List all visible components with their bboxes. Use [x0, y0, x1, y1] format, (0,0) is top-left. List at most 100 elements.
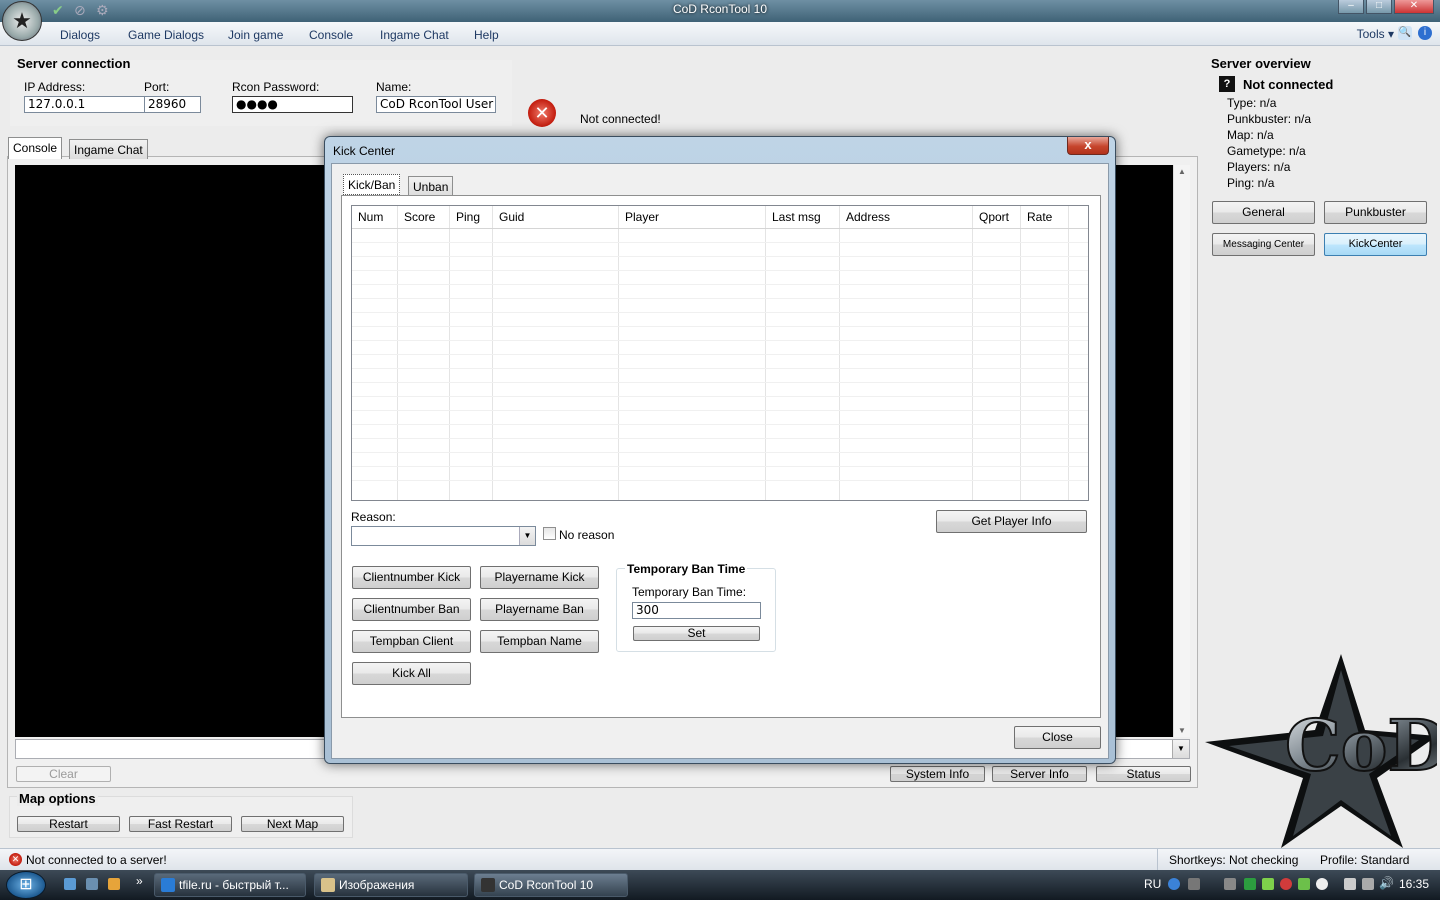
- scroll-down-icon[interactable]: ▼: [1178, 726, 1186, 735]
- minimize-button[interactable]: –: [1338, 0, 1364, 14]
- menu-console[interactable]: Console: [309, 28, 353, 42]
- tab-ingame-chat[interactable]: Ingame Chat: [69, 139, 148, 159]
- tempban-name-button[interactable]: Tempban Name: [480, 630, 599, 653]
- tab-console[interactable]: Console: [8, 137, 63, 159]
- tray-icon[interactable]: [1362, 878, 1374, 890]
- rcon-password-label: Rcon Password:: [232, 80, 320, 94]
- connection-status-text: Not connected!: [580, 112, 661, 126]
- next-map-button[interactable]: Next Map: [241, 816, 344, 832]
- reason-combo[interactable]: ▼: [351, 526, 536, 546]
- system-info-button[interactable]: System Info: [890, 766, 985, 782]
- chevron-down-icon[interactable]: ▼: [519, 527, 535, 545]
- close-dialog-button[interactable]: Close: [1014, 726, 1101, 749]
- clientnumber-kick-button[interactable]: Clientnumber Kick: [352, 566, 471, 589]
- menu-game-dialogs[interactable]: Game Dialogs: [128, 28, 204, 42]
- explorer-icon[interactable]: [86, 878, 98, 890]
- show-desktop-icon[interactable]: [64, 878, 76, 890]
- quicklaunch-more-icon[interactable]: »: [136, 874, 143, 888]
- start-button[interactable]: ⊞: [6, 871, 46, 899]
- maximize-button[interactable]: □: [1366, 0, 1392, 14]
- col-ping[interactable]: Ping: [456, 210, 480, 224]
- tray-icon[interactable]: [1224, 878, 1236, 890]
- col-player[interactable]: Player: [625, 210, 659, 224]
- task-label: Изображения: [339, 878, 415, 892]
- tray-icon[interactable]: [1188, 878, 1200, 890]
- general-button[interactable]: General: [1212, 201, 1315, 224]
- players-table[interactable]: Num Score Ping Guid Player Last msg Addr…: [351, 205, 1089, 501]
- tray-icon[interactable]: [1316, 878, 1328, 890]
- col-last-msg[interactable]: Last msg: [772, 210, 821, 224]
- server-info-button[interactable]: Server Info: [992, 766, 1087, 782]
- port-field[interactable]: 28960: [144, 96, 201, 113]
- tempban-client-button[interactable]: Tempban Client: [352, 630, 471, 653]
- restart-button[interactable]: Restart: [17, 816, 120, 832]
- shortkeys-status: Shortkeys: Not checking: [1169, 853, 1299, 867]
- ip-label: IP Address:: [24, 80, 86, 94]
- tray-icon[interactable]: [1298, 878, 1310, 890]
- rcon-password-field[interactable]: ●●●●: [232, 96, 353, 113]
- status-error-icon: ✕: [9, 853, 22, 866]
- menu-ingame-chat[interactable]: Ingame Chat: [380, 28, 449, 42]
- kick-center-title: Kick Center: [333, 144, 396, 158]
- browser-icon: [161, 878, 175, 892]
- playername-kick-button[interactable]: Playername Kick: [480, 566, 599, 589]
- messaging-center-button[interactable]: Messaging Center: [1212, 233, 1315, 256]
- kickcenter-button[interactable]: KickCenter: [1324, 233, 1427, 256]
- svg-text:CoD: CoD: [1285, 704, 1437, 787]
- fast-restart-button[interactable]: Fast Restart: [129, 816, 232, 832]
- kick-center-close-x-button[interactable]: x: [1067, 137, 1109, 155]
- kick-center-dialog: Kick Center x Kick/Ban Unban Num Score P…: [324, 136, 1116, 764]
- help-tray-icon[interactable]: [1168, 878, 1180, 890]
- task-label: tfile.ru - быстрый т...: [179, 878, 289, 892]
- clock[interactable]: 16:35: [1399, 877, 1429, 891]
- clientnumber-ban-button[interactable]: Clientnumber Ban: [352, 598, 471, 621]
- col-address[interactable]: Address: [846, 210, 890, 224]
- app-logo-icon[interactable]: ★: [2, 1, 42, 41]
- col-rate[interactable]: Rate: [1027, 210, 1052, 224]
- ip-address-field[interactable]: 127.0.0.1: [24, 96, 145, 113]
- media-player-icon[interactable]: [108, 878, 120, 890]
- server-punkbuster: Punkbuster: n/a: [1227, 112, 1312, 126]
- no-reason-checkbox[interactable]: [543, 527, 556, 540]
- tray-icon[interactable]: [1262, 878, 1274, 890]
- map-options-title: Map options: [17, 791, 98, 806]
- search-icon[interactable]: 🔍: [1398, 26, 1412, 40]
- menu-join-game[interactable]: Join game: [228, 28, 283, 42]
- playername-ban-button[interactable]: Playername Ban: [480, 598, 599, 621]
- col-guid[interactable]: Guid: [499, 210, 524, 224]
- name-field[interactable]: CoD RconTool User: [376, 96, 496, 113]
- command-dropdown-arrow-icon[interactable]: ▼: [1172, 740, 1189, 758]
- reason-label: Reason:: [351, 510, 396, 524]
- col-qport[interactable]: Qport: [979, 210, 1009, 224]
- tempban-time-field[interactable]: 300: [632, 602, 761, 619]
- server-status-text: Not connected: [1243, 77, 1334, 92]
- kick-all-button[interactable]: Kick All: [352, 662, 471, 685]
- close-window-button[interactable]: ✕: [1394, 0, 1434, 14]
- set-button[interactable]: Set: [633, 626, 760, 641]
- tray-icon[interactable]: [1280, 878, 1292, 890]
- scroll-up-icon[interactable]: ▲: [1178, 167, 1186, 176]
- server-map: Map: n/a: [1227, 128, 1274, 142]
- get-player-info-button[interactable]: Get Player Info: [936, 510, 1087, 533]
- info-icon[interactable]: i: [1418, 26, 1432, 40]
- taskbar-item-images[interactable]: Изображения: [314, 873, 468, 897]
- menu-tools[interactable]: Tools ▾: [1357, 27, 1394, 41]
- status-button[interactable]: Status: [1096, 766, 1191, 782]
- tempban-group-title: Temporary Ban Time: [625, 562, 748, 576]
- language-indicator[interactable]: RU: [1144, 877, 1161, 891]
- tab-kick-ban[interactable]: Kick/Ban: [343, 174, 401, 195]
- menu-help[interactable]: Help: [474, 28, 499, 42]
- volume-icon[interactable]: 🔊: [1379, 876, 1394, 890]
- tray-icon[interactable]: [1244, 878, 1256, 890]
- col-score[interactable]: Score: [404, 210, 435, 224]
- menu-dialogs[interactable]: Dialogs: [60, 28, 100, 42]
- network-icon[interactable]: [1344, 878, 1356, 890]
- taskbar-item-tfile[interactable]: tfile.ru - быстрый т...: [154, 873, 306, 897]
- punkbuster-button[interactable]: Punkbuster: [1324, 201, 1427, 224]
- tab-unban[interactable]: Unban: [408, 176, 454, 196]
- col-num[interactable]: Num: [358, 210, 383, 224]
- console-scrollbar[interactable]: ▲ ▼: [1173, 165, 1190, 737]
- taskbar-item-rcontool[interactable]: CoD RconTool 10: [474, 873, 628, 897]
- clear-button[interactable]: Clear: [16, 766, 111, 782]
- folder-icon: [321, 878, 335, 892]
